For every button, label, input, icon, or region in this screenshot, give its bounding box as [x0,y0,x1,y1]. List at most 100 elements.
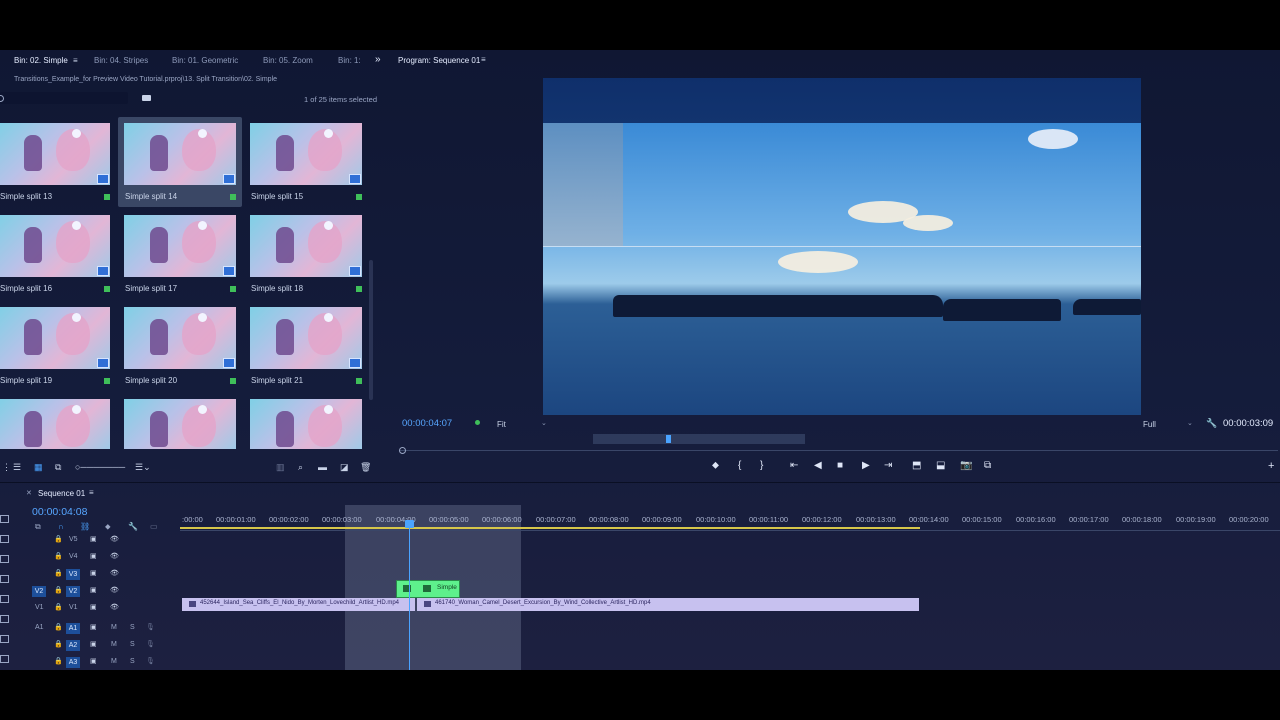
lock-icon[interactable]: 🔒 [54,603,63,611]
sync-lock-icon[interactable]: ▣ [90,586,97,594]
program-monitor-title[interactable]: Program: Sequence 01 [398,56,480,65]
lock-icon[interactable]: ⋮ [2,462,11,473]
mute-button[interactable]: M [111,624,117,631]
add-button-icon[interactable]: + [1268,460,1274,472]
tab-bin-02-simple[interactable]: Bin: 02. Simple [14,56,68,65]
icon-view-icon[interactable]: ▦ [34,462,43,473]
zoom-fit-select[interactable]: Fit [497,420,506,429]
thumbnail[interactable] [124,307,236,369]
nest-icon[interactable]: ⧉ [35,522,41,532]
thumbnail[interactable] [124,215,236,277]
track-target[interactable]: A3 [66,657,80,668]
export-frame-icon[interactable]: 📷 [960,460,972,471]
timeline-timecode[interactable]: 00:00:04:08 [32,506,87,518]
new-bin-button-icon[interactable]: ▬ [318,462,327,472]
comparison-view-icon[interactable]: ⧉ [984,460,991,471]
source-patch[interactable]: V1 [35,604,44,611]
thumbnail[interactable] [124,399,236,449]
list-view-icon[interactable]: ☰ [13,462,21,473]
sync-lock-icon[interactable]: ▣ [90,657,97,665]
stop-icon[interactable]: ■ [837,460,843,471]
selection-tool-icon[interactable] [0,515,9,523]
tab-bin-04-stripes[interactable]: Bin: 04. Stripes [94,56,148,65]
lock-icon[interactable]: 🔒 [54,623,63,631]
thumbnail[interactable] [0,307,110,369]
solo-button[interactable]: S [130,658,135,665]
tab-bin-01-geometric[interactable]: Bin: 01. Geometric [172,56,238,65]
chevron-right-icon[interactable]: » [375,54,381,65]
eye-icon[interactable]: 👁 [110,586,119,594]
program-video-frame[interactable] [543,123,1141,415]
program-menu-icon[interactable]: ≡ [481,55,486,64]
chevron-down-icon[interactable]: ⌄ [541,419,547,427]
chevron-down-icon[interactable]: ⌄ [1187,419,1193,427]
wrench-icon[interactable]: 🔧 [128,522,138,531]
playhead-handle[interactable] [405,520,414,528]
track-target[interactable]: A1 [66,623,80,634]
thumbnail[interactable] [0,123,110,185]
freeform-view-icon[interactable]: ⧉ [55,462,61,473]
track-target[interactable]: A2 [66,640,80,651]
sync-lock-icon[interactable]: ▣ [90,603,97,611]
mute-button[interactable]: M [111,658,117,665]
thumbnail[interactable] [124,123,236,185]
automate-icon[interactable]: ▥ [276,462,285,473]
mark-out-icon[interactable]: } [760,460,763,471]
go-to-out-icon[interactable]: ⇥ [884,460,892,471]
time-ruler[interactable] [180,530,1280,531]
mic-icon[interactable]: 🎙 [146,623,155,631]
sync-lock-icon[interactable]: ▣ [90,552,97,560]
playback-resolution-select[interactable]: Full [1143,420,1156,429]
mic-icon[interactable]: 🎙 [146,657,155,665]
eye-icon[interactable]: 👁 [110,552,119,560]
source-patch[interactable]: V2 [32,586,46,597]
sync-lock-icon[interactable]: ▣ [90,623,97,631]
search-input[interactable] [0,92,128,104]
tab-bin-05-zoom[interactable]: Bin: 05. Zoom [263,56,313,65]
step-back-icon[interactable]: ◀ [814,460,822,471]
thumbnail[interactable] [250,215,362,277]
solo-button[interactable]: S [130,641,135,648]
track-target[interactable]: V3 [66,569,80,580]
sequence-menu-icon[interactable]: ≡ [89,488,94,497]
playhead-timecode[interactable]: 00:00:04:07 [402,418,452,429]
close-icon[interactable]: ✕ [26,489,32,497]
track-target[interactable]: V2 [66,586,80,597]
lock-icon[interactable]: 🔒 [54,535,63,543]
sync-lock-icon[interactable]: ▣ [90,569,97,577]
thumbnail[interactable] [250,307,362,369]
project-scrollbar[interactable] [369,260,373,400]
extract-icon[interactable]: ⬓ [936,460,945,471]
lock-icon[interactable]: 🔒 [54,640,63,648]
panel-divider[interactable] [0,482,1280,483]
sync-lock-icon[interactable]: ▣ [90,640,97,648]
mute-button[interactable]: M [111,641,117,648]
linked-selection-icon[interactable]: ⛓ [80,522,90,531]
thumbnail[interactable] [0,399,110,449]
add-marker-icon[interactable]: ⬥ [712,460,719,471]
play-icon[interactable]: ▶ [862,460,870,471]
mic-icon[interactable]: 🎙 [146,640,155,648]
program-time-ruler[interactable] [400,447,1278,451]
thumbnail[interactable] [250,123,362,185]
find-icon[interactable]: ⌕ [298,462,303,473]
solo-button[interactable]: S [130,624,135,631]
video-clip-desert[interactable]: 461740_Woman_Camel_Desert_Excursion_By_W… [417,598,919,611]
snap-icon[interactable]: ∩ [58,522,64,531]
new-item-icon[interactable]: ◪ [340,462,349,473]
add-marker-icon[interactable]: ⬥ [105,522,111,532]
zoom-navigator-bar[interactable] [593,434,805,444]
timeline-playhead[interactable] [409,520,410,670]
program-playhead-marker[interactable] [666,435,671,443]
thumbnail[interactable] [250,399,362,449]
sequence-tab[interactable]: Sequence 01 [38,489,85,498]
eye-icon[interactable]: 👁 [110,569,119,577]
thumbnail[interactable] [0,215,110,277]
sync-lock-icon[interactable]: ▣ [90,535,97,543]
eye-icon[interactable]: 👁 [110,603,119,611]
lock-icon[interactable]: 🔒 [54,657,63,665]
source-patch[interactable]: A1 [35,624,44,631]
lock-icon[interactable]: 🔒 [54,586,63,594]
captions-icon[interactable]: ▭ [150,522,158,531]
tab-bin-overflow[interactable]: Bin: 1: [338,56,361,65]
